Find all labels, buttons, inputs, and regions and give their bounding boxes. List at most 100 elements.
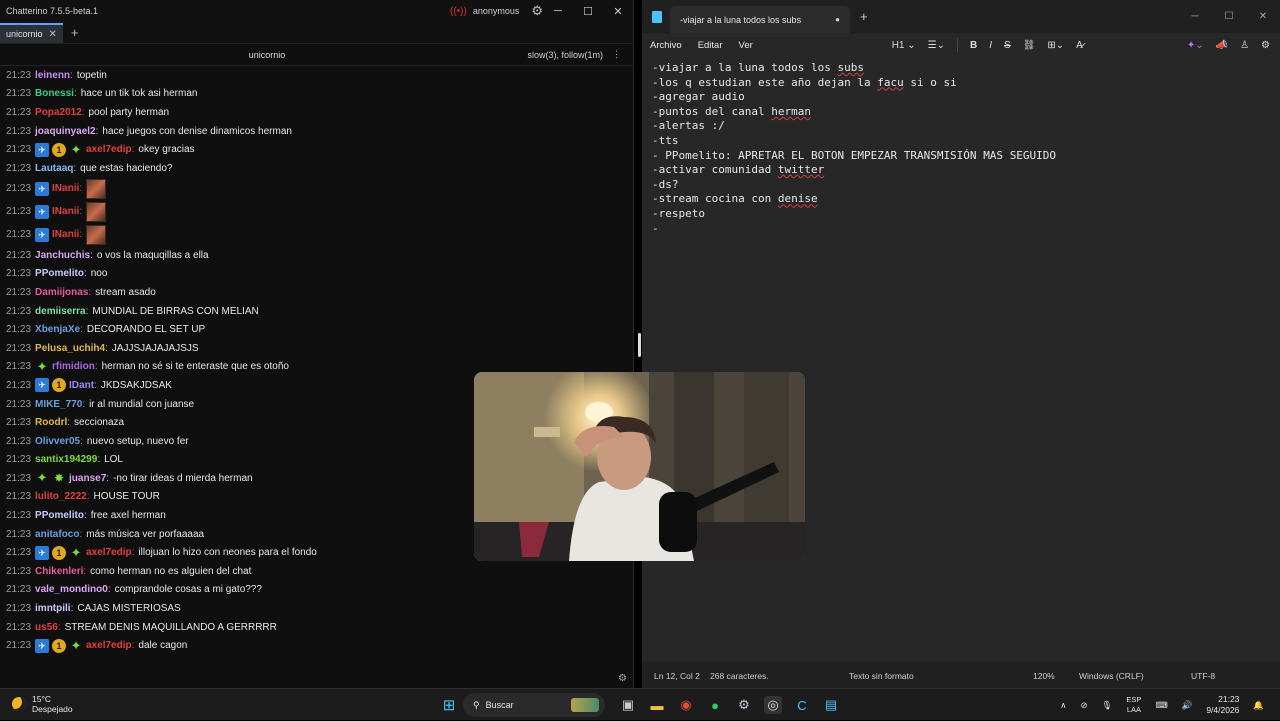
zoom-level[interactable]: 120% [1033, 671, 1055, 681]
notification-icon[interactable]: 📣 [1216, 40, 1228, 51]
weather-widget[interactable]: 15°C Despejado [12, 694, 73, 714]
sub-badge-icon[interactable]: 1 [52, 638, 67, 653]
message-username[interactable]: rfimidion [52, 361, 95, 372]
chat-message[interactable]: 21:23 imntpili: CAJAS MISTERIOSAS [6, 599, 634, 618]
chat-message[interactable]: 21:23 ✈ INanii: [6, 223, 634, 246]
chat-message[interactable]: 21:23 PPomelito: noo [6, 265, 634, 284]
np-maximize-button[interactable]: ☐ [1212, 11, 1246, 22]
np-close-button[interactable]: ✕ [1246, 11, 1280, 22]
editor-line[interactable]: -viajar a la luna todos los subs [652, 61, 1280, 76]
message-username[interactable]: Janchuchis [35, 250, 90, 261]
chat-message[interactable]: 21:23 Pelusa_uchih4: JAJJSJAJAJAJSJS [6, 339, 634, 358]
vpn-icon[interactable]: ⊘ [1081, 700, 1088, 711]
chat-message[interactable]: 21:23 Bonessi: hace un tik tok asi herman [6, 85, 634, 104]
message-username[interactable]: Pelusa_uchih4 [35, 343, 105, 354]
pin-badge-icon[interactable]: ✈ [35, 638, 50, 653]
minimize-button[interactable]: ─ [543, 5, 573, 18]
menu-editar[interactable]: Editar [698, 40, 723, 51]
star-badge-icon[interactable]: ✦ [69, 142, 83, 157]
star-badge-icon[interactable]: ✦ [69, 638, 83, 653]
message-username[interactable]: demiiserra [35, 306, 86, 317]
chat-message[interactable]: 21:23 Janchuchis: o vos la maquqillas a el… [6, 246, 634, 265]
input-settings-icon[interactable]: ⚙ [618, 673, 627, 684]
chat-message[interactable]: 21:23 ✈ INanii: [6, 200, 634, 223]
chat-message[interactable]: 21:23 demiiserra: MUNDIAL DE BIRRAS CON ME… [6, 302, 634, 321]
maximize-button[interactable]: ☐ [573, 5, 603, 18]
star-badge-icon[interactable]: ✦ [69, 545, 83, 560]
settings-gear-icon[interactable]: ⚙ [531, 3, 543, 19]
tray-chevron-icon[interactable]: ∧ [1060, 700, 1066, 711]
task-view-icon[interactable]: ▣ [619, 696, 637, 714]
message-username[interactable]: INanii [52, 206, 79, 217]
shield-badge-icon[interactable]: ✸ [52, 471, 66, 485]
emote-image[interactable] [86, 201, 107, 222]
pin-badge-icon[interactable]: ✈ [35, 204, 50, 219]
heading-select[interactable]: H1 ⌄ [892, 40, 916, 51]
chatterino-app-icon[interactable]: C [793, 696, 811, 714]
split-resize-handle[interactable] [638, 333, 641, 357]
message-username[interactable]: INanii [52, 183, 79, 194]
chat-message[interactable]: 21:23 Popa2012: pool party herman [6, 103, 634, 122]
profile-icon[interactable]: ♙ [1240, 40, 1249, 51]
strikethrough-icon[interactable]: S [1004, 40, 1011, 51]
text-format[interactable]: Texto sin formato [849, 671, 914, 681]
pin-badge-icon[interactable]: ✈ [35, 181, 50, 196]
encoding[interactable]: UTF-8 [1191, 671, 1215, 681]
message-username[interactable]: XbenjaXe [35, 324, 80, 335]
emote-image[interactable] [86, 224, 107, 245]
message-username[interactable]: Damiijonas [35, 287, 88, 298]
spotify-icon[interactable]: ● [706, 696, 724, 714]
pin-badge-icon[interactable]: ✈ [35, 142, 50, 157]
editor-line[interactable]: -agregar audio [652, 90, 1280, 105]
pin-badge-icon[interactable]: ✈ [35, 378, 50, 393]
message-username[interactable]: Bonessi [35, 88, 74, 99]
chat-message-list[interactable]: 21:23 leinenn: topetin 21:23 Bonessi: hace un… [0, 66, 634, 662]
editor-line[interactable]: - PPomelito: APRETAR EL BOTON EMPEZAR TR… [652, 149, 1280, 164]
clock[interactable]: 21:23 9/4/2026 [1206, 694, 1239, 716]
editor-line[interactable]: -ds? [652, 178, 1280, 193]
menu-archivo[interactable]: Archivo [650, 40, 682, 51]
message-username[interactable]: vale_mondino0 [35, 584, 108, 595]
chat-message[interactable]: 21:23 us56: STREAM DENIS MAQUILLANDO A GER… [6, 618, 634, 637]
editor-line[interactable]: -tts [652, 134, 1280, 149]
message-username[interactable]: lulito_2222 [35, 491, 87, 502]
message-username[interactable]: Chikenleri [35, 566, 83, 577]
chat-message[interactable]: 21:23 Lautaaq: que estas haciendo? [6, 159, 634, 178]
np-minimize-button[interactable]: ─ [1178, 11, 1212, 22]
message-username[interactable]: IDant [69, 380, 94, 391]
message-username[interactable]: INanii [52, 229, 79, 240]
file-explorer-icon[interactable]: ▬ [648, 696, 666, 714]
sub-badge-icon[interactable]: 1 [52, 545, 67, 560]
bold-icon[interactable]: B [970, 40, 977, 51]
star-badge-icon[interactable]: ✦ [35, 359, 49, 374]
channel-menu-icon[interactable]: ⋮ [612, 49, 621, 60]
message-username[interactable]: imntpili [35, 603, 71, 614]
message-username[interactable]: us56 [35, 622, 58, 633]
close-tab-icon[interactable]: ✕ [49, 29, 57, 40]
message-username[interactable]: axel7edip [86, 547, 132, 558]
message-username[interactable]: PPomelito [35, 510, 84, 521]
message-username[interactable]: joaquinyael2 [35, 126, 96, 137]
sub-badge-icon[interactable]: 1 [52, 378, 67, 393]
network-icon[interactable]: ⌨ [1155, 700, 1167, 711]
steam-icon[interactable]: ⚙ [735, 696, 753, 714]
message-username[interactable]: Olivver05 [35, 436, 80, 447]
chat-message[interactable]: 21:23 Chikenleri: como herman no es alguie… [6, 562, 634, 581]
notepad-tab[interactable]: -viajar a la luna todos los subs ● [670, 6, 850, 33]
chat-message[interactable]: 21:23 leinenn: topetin [6, 66, 634, 85]
unsaved-dot-icon[interactable]: ● [835, 15, 840, 24]
message-username[interactable]: MIKE_770 [35, 399, 82, 410]
message-username[interactable]: santix194299 [35, 454, 97, 465]
editor-line[interactable]: -activar comunidad twitter [652, 163, 1280, 178]
message-username[interactable]: axel7edip [86, 144, 132, 155]
link-icon[interactable]: ⛓ [1023, 40, 1036, 51]
taskbar-search[interactable]: ⚲ Buscar [463, 693, 605, 717]
volume-icon[interactable]: 🔊 [1182, 700, 1193, 711]
pin-badge-icon[interactable]: ✈ [35, 227, 50, 242]
tab-unicornio[interactable]: unicornio ✕ [0, 23, 63, 43]
language-indicator[interactable]: ESP LAA [1126, 695, 1141, 715]
list-icon[interactable]: ☰⌄ [928, 40, 945, 51]
message-username[interactable]: Roodrl [35, 417, 67, 428]
account-status[interactable]: ((•)) anonymous [450, 6, 519, 17]
microphone-icon[interactable]: 🎙 [1102, 700, 1113, 711]
